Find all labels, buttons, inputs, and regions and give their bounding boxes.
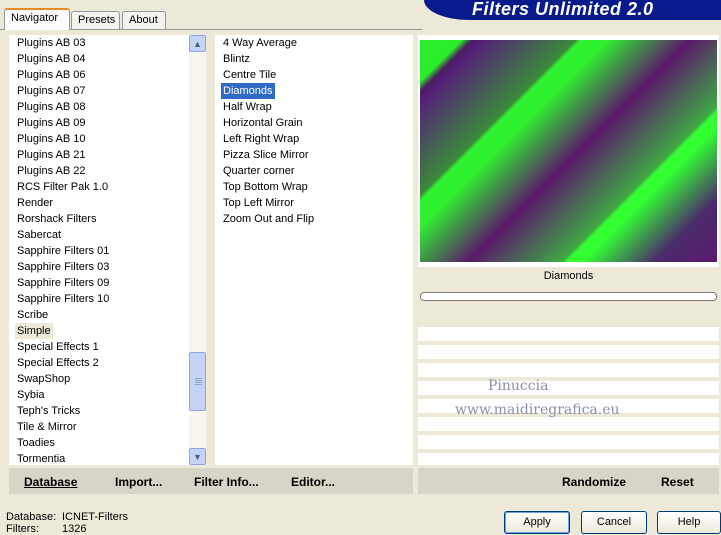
category-item[interactable]: Special Effects 2 (15, 355, 101, 371)
param-row (418, 327, 719, 341)
category-item[interactable]: Tormentia (15, 451, 67, 465)
reset-button[interactable]: Reset (661, 475, 694, 489)
database-button[interactable]: Database (24, 475, 77, 489)
filter-item[interactable]: Top Left Mirror (221, 195, 296, 211)
category-item[interactable]: Sapphire Filters 10 (15, 291, 111, 307)
param-row (418, 435, 719, 449)
filter-item[interactable]: Blintz (221, 51, 252, 67)
category-item[interactable]: Scribe (15, 307, 50, 323)
category-item[interactable]: RCS Filter Pak 1.0 (15, 179, 110, 195)
grip-line (195, 380, 202, 381)
category-item[interactable]: Plugins AB 21 (15, 147, 88, 163)
database-value: ICNET-Filters (62, 511, 128, 523)
grip-line (195, 382, 202, 383)
filter-item[interactable]: Diamonds (221, 83, 275, 99)
title-banner: Filters Unlimited 2.0 (424, 0, 721, 20)
filter-item[interactable]: Quarter corner (221, 163, 297, 179)
filter-item[interactable]: Pizza Slice Mirror (221, 147, 311, 163)
status-database: Database: ICNET-Filters (6, 511, 128, 523)
category-item[interactable]: SwapShop (15, 371, 72, 387)
category-item[interactable]: Simple (15, 323, 53, 339)
category-item[interactable]: Plugins AB 04 (15, 51, 88, 67)
category-item[interactable]: Special Effects 1 (15, 339, 101, 355)
filter-item[interactable]: Horizontal Grain (221, 115, 304, 131)
filter-list[interactable]: 4 Way Average Blintz Centre Tile Diamonds Ha… (215, 35, 413, 465)
category-item[interactable]: Plugins AB 22 (15, 163, 88, 179)
category-item[interactable]: Sabercat (15, 227, 63, 243)
filter-item[interactable]: Zoom Out and Flip (221, 211, 316, 227)
filter-item[interactable]: Half Wrap (221, 99, 274, 115)
category-item[interactable]: Tile & Mirror (15, 419, 78, 435)
left-toolbar: Database Import... Filter Info... Editor… (9, 468, 413, 494)
preview-image (420, 40, 717, 262)
category-item[interactable]: Toadies (15, 435, 57, 451)
editor-button[interactable]: Editor... (291, 475, 335, 489)
chevron-down-icon: ▼ (193, 451, 202, 462)
category-item[interactable]: Sapphire Filters 01 (15, 243, 111, 259)
category-item[interactable]: Teph's Tricks (15, 403, 82, 419)
tab-navigator[interactable]: Navigator (4, 8, 70, 30)
help-button[interactable]: Help (657, 511, 721, 534)
param-row (418, 453, 719, 465)
tab-about[interactable]: About (122, 11, 166, 30)
watermark-name: Pinuccia (488, 378, 549, 394)
category-item[interactable]: Plugins AB 09 (15, 115, 88, 131)
import-button[interactable]: Import... (115, 475, 162, 489)
app-title: Filters Unlimited 2.0 (472, 0, 654, 19)
category-scrollbar[interactable]: ▲ ▼ (189, 35, 206, 465)
scroll-down-button[interactable]: ▼ (189, 448, 206, 465)
category-item[interactable]: Plugins AB 06 (15, 67, 88, 83)
progress-bar (420, 292, 717, 301)
category-item[interactable]: Plugins AB 07 (15, 83, 88, 99)
database-label: Database: (6, 511, 57, 523)
category-item[interactable]: Sapphire Filters 03 (15, 259, 111, 275)
param-row (418, 381, 719, 395)
tab-presets[interactable]: Presets (71, 11, 120, 30)
apply-button[interactable]: Apply (504, 511, 570, 534)
status-filters: Filters: 1326 (6, 523, 86, 535)
filter-item[interactable]: Left Right Wrap (221, 131, 301, 147)
category-item[interactable]: Sapphire Filters 09 (15, 275, 111, 291)
category-item[interactable]: Render (15, 195, 55, 211)
chevron-up-icon: ▲ (193, 38, 202, 49)
category-item[interactable]: Rorshack Filters (15, 211, 98, 227)
filter-item[interactable]: Centre Tile (221, 67, 278, 83)
filter-item[interactable]: 4 Way Average (221, 35, 299, 51)
scroll-thumb[interactable] (189, 352, 206, 411)
category-item[interactable]: Plugins AB 08 (15, 99, 88, 115)
category-item[interactable]: Plugins AB 03 (15, 35, 88, 51)
category-item[interactable]: Plugins AB 10 (15, 131, 88, 147)
filter-info-button[interactable]: Filter Info... (194, 475, 259, 489)
scroll-up-button[interactable]: ▲ (189, 35, 206, 52)
filters-label: Filters: (6, 523, 39, 535)
param-row (418, 363, 719, 377)
watermark-url: www.maidiregrafica.eu (455, 402, 620, 418)
grip-line (195, 378, 202, 379)
preview-caption: Diamonds (543, 270, 594, 282)
cancel-button[interactable]: Cancel (581, 511, 647, 534)
category-list[interactable]: Plugins AB 03 Plugins AB 04 Plugins AB 06 P… (9, 35, 189, 465)
randomize-button[interactable]: Randomize (562, 475, 626, 489)
param-row (418, 345, 719, 359)
grip-line (195, 384, 202, 385)
filter-item[interactable]: Top Bottom Wrap (221, 179, 310, 195)
filters-count: 1326 (62, 523, 87, 535)
param-row (418, 417, 719, 431)
right-toolbar: Randomize Reset (418, 468, 719, 494)
category-item[interactable]: Sybia (15, 387, 47, 403)
